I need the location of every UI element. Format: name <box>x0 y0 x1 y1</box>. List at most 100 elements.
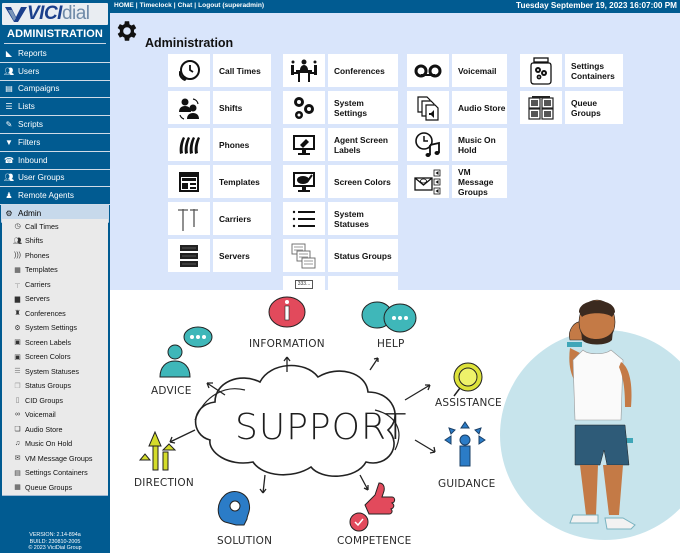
nav-item-user-groups[interactable]: 👥︎ User Groups <box>0 170 110 188</box>
tile-conferences[interactable]: Conferences <box>283 54 398 87</box>
status-groups-icon[interactable] <box>283 239 325 272</box>
phones-icon: ))) <box>14 251 21 259</box>
system-statuses-icon[interactable] <box>283 202 325 235</box>
tile-label[interactable]: Screen Colors <box>328 165 398 198</box>
system-settings-icon[interactable] <box>283 91 325 124</box>
nav-label: Remote Agents <box>18 191 74 201</box>
tile-agent-screen-labels[interactable]: Agent Screen Labels <box>283 128 398 161</box>
tile-queue-groups[interactable]: Queue Groups <box>520 91 623 124</box>
submenu-item-screen-labels[interactable]: ▣ Screen Labels <box>2 335 108 350</box>
phones-icon[interactable] <box>168 128 210 161</box>
tile-label[interactable]: Status Groups <box>328 239 398 272</box>
assistance-icon <box>453 362 483 397</box>
screen-labels-icon[interactable] <box>283 128 325 161</box>
submenu-item-screen-colors[interactable]: ▣ Screen Colors <box>2 350 108 365</box>
nav-item-reports[interactable]: ◣ Reports <box>0 45 110 63</box>
nav-item-campaigns[interactable]: ▤ Campaigns <box>0 81 110 99</box>
nav-item-users[interactable]: 👥︎ Users <box>0 63 110 81</box>
servers-icon: ▆ <box>14 295 21 303</box>
carriers-icon: ┬ <box>15 280 20 288</box>
tile-label[interactable]: Shifts <box>213 91 271 124</box>
nav-item-inbound[interactable]: ☎︎ Inbound <box>0 152 110 170</box>
timeclock-link[interactable]: Timeclock <box>140 2 172 9</box>
tile-settings-containers[interactable]: Settings Containers <box>520 54 623 87</box>
tile-system-settings[interactable]: System Settings <box>283 91 398 124</box>
tile-label[interactable] <box>328 276 398 290</box>
tile-label[interactable]: Agent Screen Labels <box>328 128 398 161</box>
nav-item-remote-agents[interactable]: ♟ Remote Agents <box>0 187 110 206</box>
audio-store-icon[interactable] <box>407 91 449 124</box>
screen-colors-icon[interactable] <box>283 165 325 198</box>
tile-label[interactable]: Settings Containers <box>565 54 623 87</box>
submenu-item-carriers[interactable]: ┬ Carriers <box>2 277 108 292</box>
tile-shifts[interactable]: Shifts <box>168 91 271 124</box>
tile-label[interactable]: Servers <box>213 239 271 272</box>
tile-label[interactable]: Music On Hold <box>452 128 507 161</box>
queue-groups-icon[interactable] <box>520 91 562 124</box>
conferences-icon[interactable] <box>283 54 325 87</box>
tile-label[interactable]: Templates <box>213 165 271 198</box>
tile-label[interactable]: Call Times <box>213 54 271 87</box>
tile-system-statuses[interactable]: System Statuses <box>283 202 398 235</box>
tile-call-times[interactable]: Call Times <box>168 54 271 87</box>
current-datetime: Tuesday September 19, 2023 16:07:00 PM <box>516 1 677 10</box>
voicemail-icon[interactable] <box>407 54 449 87</box>
templates-icon[interactable] <box>168 165 210 198</box>
submenu-item-vm-message-groups[interactable]: ✉ VM Message Groups <box>2 451 108 466</box>
tile-audio-store[interactable]: Audio Store <box>407 91 507 124</box>
tile-label[interactable]: System Statuses <box>328 202 398 235</box>
carriers-icon[interactable] <box>168 202 210 235</box>
vm-message-groups-icon[interactable] <box>407 165 449 198</box>
help-icon <box>361 301 417 333</box>
submenu-item-call-times[interactable]: ◷ Call Times <box>2 219 108 234</box>
submenu-item-settings-containers[interactable]: ▤ Settings Containers <box>2 466 108 481</box>
submenu-item-phones[interactable]: ))) Phones <box>2 248 108 263</box>
nav-item-filters[interactable]: ▼ Filters <box>0 134 110 152</box>
chat-link[interactable]: Chat <box>178 2 193 9</box>
submenu-label: Call Times <box>25 221 59 231</box>
music-on-hold-icon[interactable] <box>407 128 449 161</box>
submenu-item-system-statuses[interactable]: ☰ System Statuses <box>2 364 108 379</box>
tile-label[interactable]: Queue Groups <box>565 91 623 124</box>
tile-screen-colors[interactable]: Screen Colors <box>283 165 398 198</box>
tile-label[interactable]: Audio Store <box>452 91 507 124</box>
nav-item-lists[interactable]: ☰ Lists <box>0 98 110 117</box>
logout-link[interactable]: Logout (superadmin) <box>198 2 264 9</box>
vicidial-logo[interactable]: VICIdial <box>2 3 108 25</box>
submenu-item-cid-groups[interactable]: ▯ CID Groups <box>2 393 108 408</box>
tile-music-on-hold[interactable]: Music On Hold <box>407 128 507 161</box>
call-times-icon[interactable] <box>168 54 210 87</box>
tile-vm-message-groups[interactable]: VM Message Groups <box>407 165 507 198</box>
tile-cid-groups[interactable]: 333... <box>283 276 398 290</box>
tile-label[interactable]: Phones <box>213 128 271 161</box>
submenu-item-status-groups[interactable]: ❐ Status Groups <box>2 379 108 394</box>
screen-labels-icon: ▣ <box>14 339 21 347</box>
tile-label[interactable]: Voicemail <box>452 54 507 87</box>
tile-servers[interactable]: Servers <box>168 239 271 272</box>
nav-item-scripts[interactable]: ✎ Scripts <box>0 116 110 134</box>
shifts-icon[interactable] <box>168 91 210 124</box>
tile-label[interactable]: VM Message Groups <box>452 165 507 198</box>
tile-label[interactable]: System Settings <box>328 91 398 124</box>
submenu-item-audio-store[interactable]: ❏ Audio Store <box>2 422 108 437</box>
tile-status-groups[interactable]: Status Groups <box>283 239 398 272</box>
submenu-item-conferences[interactable]: ♜ Conferences <box>2 306 108 321</box>
submenu-label: CID Groups <box>25 395 63 405</box>
tile-templates[interactable]: Templates <box>168 165 271 198</box>
submenu-item-servers[interactable]: ▆ Servers <box>2 292 108 307</box>
servers-icon[interactable] <box>168 239 210 272</box>
settings-containers-icon[interactable] <box>520 54 562 87</box>
submenu-item-system-settings[interactable]: ⚙ System Settings <box>2 321 108 336</box>
submenu-item-templates[interactable]: ▦ Templates <box>2 263 108 278</box>
tile-phones[interactable]: Phones <box>168 128 271 161</box>
submenu-item-queue-groups[interactable]: ▦ Queue Groups <box>2 480 108 495</box>
home-link[interactable]: HOME <box>114 2 134 9</box>
tile-carriers[interactable]: Carriers <box>168 202 271 235</box>
tile-label[interactable]: Conferences <box>328 54 398 87</box>
submenu-item-voicemail[interactable]: ∞ Voicemail <box>2 408 108 423</box>
submenu-item-music-on-hold[interactable]: ♫ Music On Hold <box>2 437 108 452</box>
submenu-item-shifts[interactable]: 👥︎ Shifts <box>2 234 108 249</box>
tile-label[interactable]: Carriers <box>213 202 271 235</box>
cid-groups-icon[interactable]: 333... <box>283 276 325 290</box>
tile-voicemail[interactable]: Voicemail <box>407 54 507 87</box>
